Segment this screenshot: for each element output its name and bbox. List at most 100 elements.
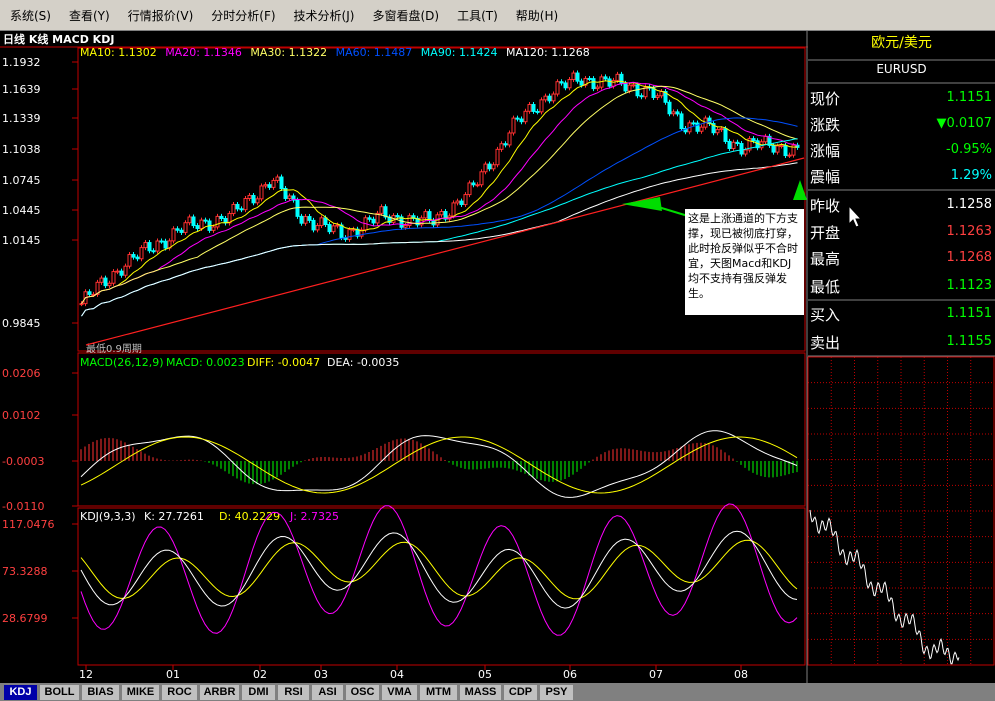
candle-body bbox=[183, 222, 188, 233]
price-tick: 1.1932 bbox=[2, 56, 41, 69]
menu-item-1[interactable]: 查看(Y) bbox=[67, 5, 112, 26]
candle-body bbox=[763, 135, 768, 143]
candle-body bbox=[331, 225, 336, 233]
macd-dea: DEA: -0.0035 bbox=[327, 356, 399, 369]
candle-body bbox=[243, 198, 248, 211]
candle-body bbox=[423, 211, 428, 219]
candle-body bbox=[539, 99, 544, 113]
intraday-price-line bbox=[809, 509, 960, 665]
menu-item-3[interactable]: 分时分析(F) bbox=[209, 5, 277, 26]
kdj-j: J: 2.7325 bbox=[289, 510, 339, 523]
tab-mtm[interactable]: MTM bbox=[420, 685, 457, 700]
quote-value: 1.1268 bbox=[946, 250, 993, 265]
candle-body bbox=[439, 211, 444, 216]
candle-body bbox=[591, 78, 596, 90]
candle-body bbox=[655, 95, 660, 98]
candle-body bbox=[211, 226, 216, 231]
candle-body bbox=[667, 101, 672, 115]
tab-roc[interactable]: ROC bbox=[162, 685, 197, 700]
kdj-tick: 28.6799 bbox=[2, 612, 48, 625]
tab-arbr[interactable]: ARBR bbox=[200, 685, 239, 700]
candle-body bbox=[547, 95, 552, 102]
menu-item-6[interactable]: 工具(T) bbox=[455, 5, 500, 26]
tab-vma[interactable]: VMA bbox=[382, 685, 417, 700]
quote-row: 昨收 1.1258 bbox=[808, 192, 995, 216]
candle-body bbox=[535, 110, 540, 113]
candle-body bbox=[587, 77, 592, 80]
candle-body bbox=[395, 215, 400, 218]
tab-psy[interactable]: PSY bbox=[540, 685, 573, 700]
candle-body bbox=[487, 163, 492, 170]
menu-item-0[interactable]: 系统(S) bbox=[8, 5, 53, 26]
candle-body bbox=[551, 93, 556, 102]
candle-body bbox=[191, 216, 196, 227]
candle-body bbox=[147, 242, 152, 252]
tab-dmi[interactable]: DMI bbox=[242, 685, 275, 700]
candle-body bbox=[179, 229, 184, 233]
candle-body bbox=[311, 219, 316, 231]
candle-body bbox=[727, 140, 732, 149]
ma-legend-item: MA20: 1.1346 bbox=[165, 46, 242, 59]
candle-body bbox=[251, 194, 256, 204]
candle-body bbox=[627, 84, 632, 92]
quote-value: ▼0.0107 bbox=[936, 116, 993, 131]
tab-cdp[interactable]: CDP bbox=[504, 685, 537, 700]
kdj-tick: 73.3288 bbox=[2, 565, 48, 578]
candle-body bbox=[787, 154, 792, 157]
menu-item-7[interactable]: 帮助(H) bbox=[514, 5, 560, 26]
price-tick: 1.0745 bbox=[2, 174, 41, 187]
candle-body bbox=[235, 203, 240, 210]
candle-body bbox=[455, 200, 460, 204]
candle-body bbox=[723, 128, 728, 142]
ma-legend-item: MA10: 1.1302 bbox=[80, 46, 157, 59]
candle-body bbox=[79, 303, 84, 306]
tab-asi[interactable]: ASI bbox=[312, 685, 343, 700]
candle-body bbox=[715, 129, 720, 134]
tab-mass[interactable]: MASS bbox=[460, 685, 501, 700]
candle-body bbox=[623, 82, 628, 92]
macd-panel-frame bbox=[77, 352, 806, 507]
ma-legend-item: MA90: 1.1424 bbox=[421, 46, 498, 59]
candle-body bbox=[771, 144, 776, 153]
candle-body bbox=[99, 277, 104, 283]
macd-tick: -0.0003 bbox=[2, 455, 44, 468]
menu-item-2[interactable]: 行情报价(V) bbox=[126, 5, 196, 26]
candle-body bbox=[451, 202, 456, 217]
kdj-j-line bbox=[80, 503, 798, 636]
candle-body bbox=[171, 228, 176, 242]
candle-body bbox=[127, 254, 132, 267]
candle-body bbox=[143, 242, 148, 249]
candle-body bbox=[199, 219, 204, 229]
candle-body bbox=[595, 86, 600, 90]
candle-body bbox=[215, 215, 220, 228]
menu-item-4[interactable]: 技术分析(J) bbox=[292, 5, 357, 26]
quote-value: 1.1123 bbox=[946, 278, 993, 293]
candle-body bbox=[139, 247, 144, 260]
tab-osc[interactable]: OSC bbox=[346, 685, 379, 700]
candle-body bbox=[287, 195, 292, 199]
candle-body bbox=[611, 79, 616, 87]
candle-body bbox=[335, 224, 340, 227]
tab-mike[interactable]: MIKE bbox=[122, 685, 159, 700]
tab-bias[interactable]: BIAS bbox=[82, 685, 119, 700]
stray-label: 最低0.9周期 bbox=[86, 342, 142, 355]
tab-boll[interactable]: BOLL bbox=[40, 685, 79, 700]
candle-body bbox=[507, 132, 512, 146]
candle-body bbox=[751, 138, 756, 142]
candle-body bbox=[87, 291, 92, 295]
candle-body bbox=[671, 111, 676, 115]
candle-body bbox=[575, 72, 580, 82]
kdj-tick: 117.0476 bbox=[2, 518, 55, 531]
tab-kdj[interactable]: KDJ bbox=[4, 685, 37, 700]
tab-rsi[interactable]: RSI bbox=[278, 685, 309, 700]
quote-label: 开盘 bbox=[810, 224, 841, 242]
candle-body bbox=[631, 84, 636, 87]
candle-body bbox=[151, 250, 156, 253]
kdj-title: KDJ(9,3,3) bbox=[80, 510, 136, 523]
candle-body bbox=[523, 110, 528, 123]
menu-item-5[interactable]: 多窗看盘(D) bbox=[370, 5, 441, 26]
ma-legend-item: MA120: 1.1268 bbox=[506, 46, 590, 59]
candle-body bbox=[155, 240, 160, 252]
candle-body bbox=[719, 128, 724, 131]
candle-body bbox=[471, 182, 476, 186]
